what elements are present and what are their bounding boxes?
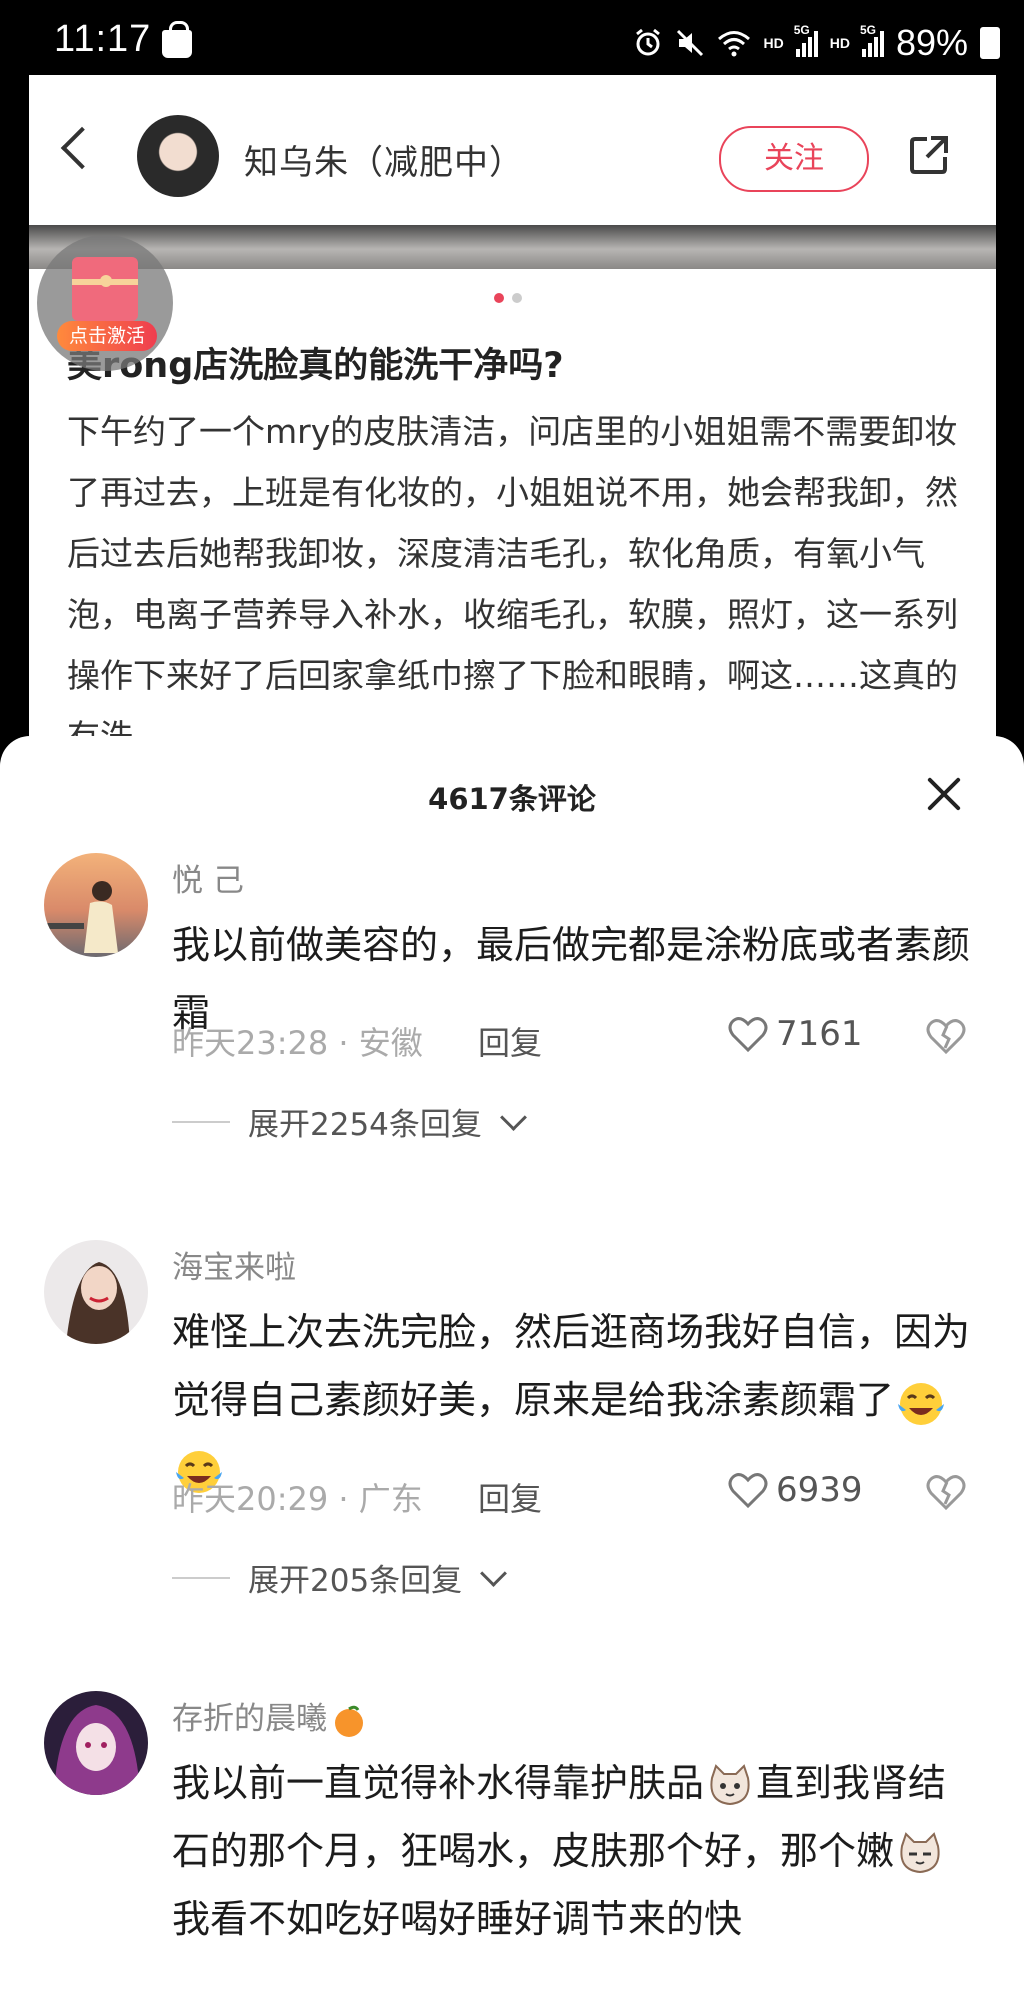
expand-replies[interactable]: 展开2254条回复 bbox=[172, 1099, 527, 1144]
image-pager bbox=[494, 293, 522, 303]
post-view: 知乌朱（减肥中） 关注 美rong店洗脸真的能洗干净吗? 下午约了一个mry的皮… bbox=[29, 75, 996, 775]
avatar[interactable] bbox=[44, 1240, 148, 1344]
hd-label: HD bbox=[763, 35, 784, 51]
red-packet-widget[interactable]: 点击激活 bbox=[37, 235, 173, 371]
like-count: 6939 bbox=[776, 1470, 863, 1510]
reply-button[interactable]: 回复 bbox=[478, 1018, 542, 1064]
chevron-down-icon bbox=[499, 1104, 527, 1131]
pager-dot bbox=[512, 293, 522, 303]
cat-emoji-icon bbox=[900, 1831, 940, 1873]
alarm-icon bbox=[636, 28, 661, 56]
clock: 11:17 bbox=[54, 18, 152, 60]
expand-replies-label: 展开205条回复 bbox=[248, 1563, 463, 1599]
pager-dot-active bbox=[494, 293, 504, 303]
heart-icon bbox=[728, 1017, 768, 1053]
cat-emoji-icon bbox=[710, 1763, 750, 1805]
author-name[interactable]: 知乌朱（减肥中） bbox=[244, 135, 524, 184]
dislike-icon[interactable] bbox=[926, 1017, 966, 1055]
comment-meta: 昨天23:28 · 安徽 bbox=[172, 1024, 423, 1062]
comment-username[interactable]: 存折的晨曦 bbox=[172, 1693, 367, 1739]
wifi-icon bbox=[718, 31, 751, 57]
signal-icon: 5G bbox=[794, 23, 818, 57]
heart-icon bbox=[728, 1473, 768, 1509]
battery-percent: 89% bbox=[895, 22, 968, 63]
comment-username[interactable]: 海宝来啦 bbox=[172, 1242, 296, 1287]
avatar[interactable] bbox=[44, 853, 148, 957]
battery-icon bbox=[980, 27, 1000, 59]
like-button[interactable]: 7161 bbox=[728, 1014, 863, 1054]
comment-username-text: 存折的晨曦 bbox=[172, 1701, 327, 1737]
comment-text-part3: 我看不如吃好喝好睡好调节来的快 bbox=[172, 1897, 743, 1941]
comment-meta: 昨天20:29 · 广东 bbox=[172, 1480, 423, 1518]
red-packet-label: 点击激活 bbox=[57, 321, 157, 351]
divider-line bbox=[172, 1576, 230, 1579]
dislike-icon[interactable] bbox=[926, 1473, 966, 1511]
tangerine-emoji-icon bbox=[335, 1705, 363, 1737]
comment-text-part1: 我以前一直觉得补水得靠护肤品 bbox=[172, 1761, 705, 1805]
close-icon[interactable] bbox=[924, 774, 964, 814]
like-button[interactable]: 6939 bbox=[728, 1470, 863, 1510]
expand-replies-label: 展开2254条回复 bbox=[248, 1107, 482, 1143]
back-arrow-icon[interactable] bbox=[60, 126, 104, 170]
status-bar: 11:17 HD 5G HD 5G 89% bbox=[0, 0, 1024, 75]
chevron-down-icon bbox=[480, 1560, 508, 1587]
follow-button[interactable]: 关注 bbox=[719, 126, 869, 192]
reply-button[interactable]: 回复 bbox=[478, 1474, 542, 1520]
post-image[interactable] bbox=[29, 225, 996, 269]
comments-count-title: 4617条评论 bbox=[428, 782, 596, 816]
avatar[interactable] bbox=[44, 1691, 148, 1795]
share-icon[interactable] bbox=[907, 133, 951, 177]
divider-line bbox=[172, 1120, 230, 1123]
shopping-bag-icon bbox=[162, 21, 192, 58]
comment-text-content: 难怪上次去洗完脸，然后逛商场我好自信，因为觉得自己素颜好美，原来是给我涂素颜霜了 bbox=[172, 1310, 971, 1422]
signal-icon-2: 5G bbox=[860, 23, 884, 57]
author-avatar[interactable] bbox=[137, 115, 219, 197]
hd-label-2: HD bbox=[829, 35, 850, 51]
like-count: 7161 bbox=[776, 1014, 863, 1054]
mute-icon bbox=[677, 29, 704, 57]
expand-replies[interactable]: 展开205条回复 bbox=[172, 1555, 508, 1600]
red-envelope-icon bbox=[72, 257, 138, 321]
comment-text[interactable]: 我以前一直觉得补水得靠护肤品 直到我肾结石的那个月，狂喝水，皮肤那个好，那个嫩我看… bbox=[172, 1749, 972, 1953]
comment-username[interactable]: 悦 己 bbox=[172, 855, 244, 900]
post-body: 下午约了一个mry的皮肤清洁，问店里的小姐姐需不需要卸妆了再过去，上班是有化妆的… bbox=[67, 412, 958, 756]
laugh-cry-emoji-icon bbox=[898, 1382, 945, 1425]
comments-sheet: 4617条评论 悦 己 我以前做美容的，最后做完都是涂粉底或者素颜霜 昨天23:… bbox=[0, 736, 1024, 2013]
